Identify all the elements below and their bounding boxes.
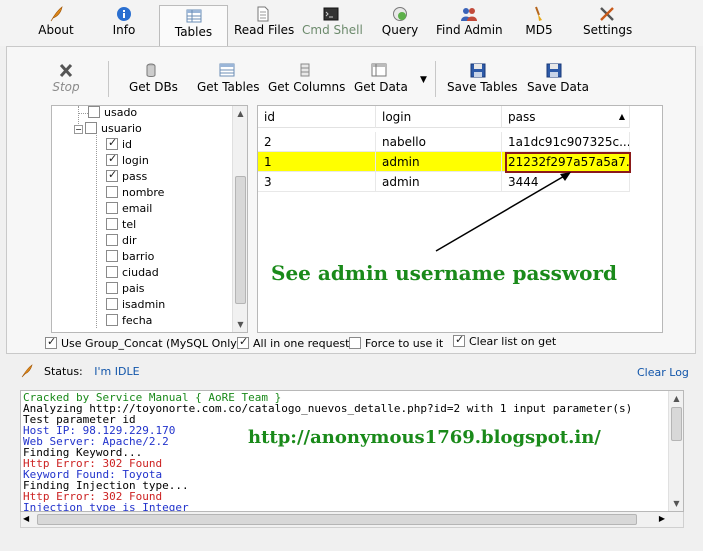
- log-vertical-scrollbar[interactable]: ▲ ▼: [668, 391, 683, 511]
- watermark-url: http://anonymous1769.blogspot.in/: [248, 427, 601, 448]
- status-bar: Status: I'm IDLE: [44, 365, 140, 378]
- scroll-left-icon[interactable]: ◀: [23, 514, 29, 523]
- status-label: Status:: [44, 365, 83, 378]
- clear-log-link[interactable]: Clear Log: [637, 366, 689, 379]
- status-icon: [20, 364, 34, 381]
- scroll-up-icon[interactable]: ▲: [669, 391, 683, 406]
- log-output[interactable]: Cracked by Service Manual { AoRE Team } …: [20, 390, 684, 512]
- annotation-text: See admin username password: [271, 261, 618, 285]
- window-bottom-edge: [0, 536, 703, 551]
- scroll-right-icon[interactable]: ▶: [659, 514, 665, 523]
- log-horizontal-scrollbar[interactable]: ◀ ▶: [20, 512, 684, 528]
- status-value: I'm IDLE: [94, 365, 140, 378]
- scroll-thumb[interactable]: [37, 514, 637, 525]
- scroll-thumb[interactable]: [671, 407, 682, 441]
- log-line: Injection type is Integer: [23, 501, 189, 512]
- scroll-down-icon[interactable]: ▼: [669, 496, 683, 511]
